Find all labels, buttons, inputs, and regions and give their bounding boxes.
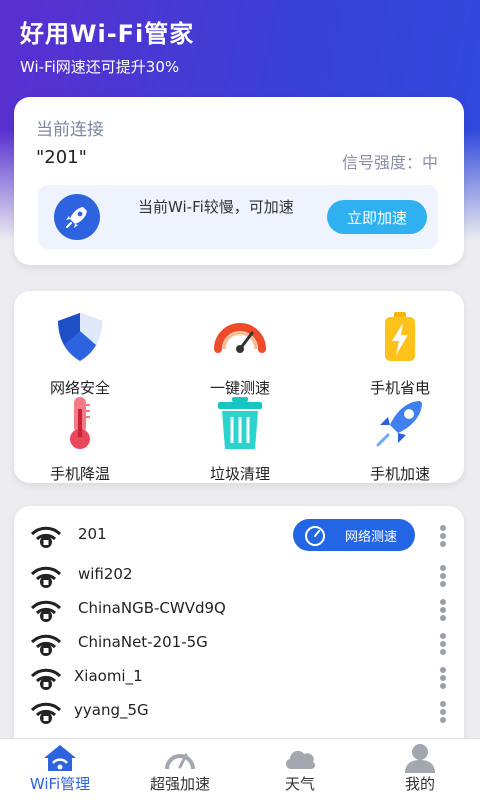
signal-strength: 信号强度：中 — [341, 153, 438, 172]
network-speed-test-button[interactable]: 网络测速 — [293, 519, 415, 551]
speed-test-label: 网络测速 — [345, 530, 398, 545]
tool-network-security[interactable]: 网络安全 — [20, 309, 140, 399]
tab-label: WiFi管理 — [29, 775, 91, 793]
tools-card: 网络安全 一键测速 手机省电 手机降温 垃圾清理 手机加速 — [14, 291, 464, 483]
wifi-item-yyang[interactable]: yyang_5G — [14, 695, 464, 729]
wifi-name: ChinaNet-201-5G — [78, 633, 208, 651]
current-connection-label: 当前连接 — [36, 120, 104, 140]
locked-wifi-icon — [30, 566, 62, 588]
rocket-icon — [54, 194, 100, 240]
wifi-list: 201 网络测速 wifi202 ChinaNGB-CWVd9Q ChinaNe… — [14, 506, 464, 746]
more-options-icon[interactable] — [439, 597, 447, 623]
tab-weather[interactable]: 天气 — [240, 739, 360, 800]
more-options-icon[interactable] — [439, 665, 447, 691]
tool-label: 手机降温 — [49, 465, 110, 483]
app-title: 好用Wi-Fi管家 — [20, 20, 195, 48]
tool-phone-boost[interactable]: 手机加速 — [340, 395, 460, 485]
app-subtitle: Wi-Fi网速还可提升30% — [20, 58, 180, 76]
battery-icon — [385, 312, 415, 361]
current-ssid: "201" — [36, 147, 87, 168]
wifi-name: wifi202 — [78, 565, 133, 583]
trash-icon — [218, 397, 262, 449]
wifi-item-201[interactable]: 201 网络测速 — [14, 519, 464, 553]
home-wifi-icon — [44, 745, 76, 771]
locked-wifi-icon — [30, 600, 62, 622]
wifi-name: Xiaomi_1 — [74, 667, 143, 685]
wifi-name: yyang_5G — [74, 701, 149, 719]
gauge-icon — [165, 753, 195, 770]
rocket-icon — [376, 401, 422, 447]
tool-label: 手机加速 — [369, 465, 430, 483]
tool-speed-test[interactable]: 一键测速 — [180, 309, 300, 399]
user-icon — [405, 744, 435, 773]
speedometer-icon — [214, 323, 266, 353]
more-options-icon[interactable] — [439, 699, 447, 725]
gauge-icon — [305, 526, 325, 546]
tool-junk-clean[interactable]: 垃圾清理 — [180, 395, 300, 485]
wifi-item-xiaomi[interactable]: Xiaomi_1 — [14, 661, 464, 695]
tool-power-saving[interactable]: 手机省电 — [340, 309, 460, 399]
more-options-icon[interactable] — [439, 631, 447, 657]
current-connection-card: 当前连接 "201" 信号强度：中 当前Wi-Fi较慢，可加速 立即加速 — [14, 97, 464, 265]
more-options-icon[interactable] — [439, 523, 447, 549]
tab-label: 天气 — [284, 775, 315, 793]
tool-cooling[interactable]: 手机降温 — [20, 395, 140, 485]
locked-wifi-icon — [30, 668, 62, 690]
locked-wifi-icon — [30, 526, 62, 548]
wifi-item-chinanet[interactable]: ChinaNet-201-5G — [14, 627, 464, 661]
tab-label: 超强加速 — [149, 775, 210, 793]
bottom-tab-bar: WiFi管理 超强加速 天气 我的 — [0, 738, 480, 800]
locked-wifi-icon — [30, 702, 62, 724]
wifi-name: ChinaNGB-CWVd9Q — [78, 599, 226, 617]
tab-label: 我的 — [404, 775, 435, 793]
locked-wifi-icon — [30, 634, 62, 656]
wifi-item-chinangb[interactable]: ChinaNGB-CWVd9Q — [14, 593, 464, 627]
thermometer-icon — [70, 397, 90, 449]
cloud-icon — [285, 750, 316, 769]
tab-wifi-management[interactable]: WiFi管理 — [0, 739, 120, 800]
tool-label: 垃圾清理 — [209, 465, 270, 483]
more-options-icon[interactable] — [439, 563, 447, 589]
wifi-name: 201 — [78, 525, 107, 543]
shield-icon — [58, 313, 102, 361]
tab-super-boost[interactable]: 超强加速 — [120, 739, 240, 800]
tab-mine[interactable]: 我的 — [360, 739, 480, 800]
wifi-item-wifi202[interactable]: wifi202 — [14, 559, 464, 593]
boost-message: 当前Wi-Fi较慢，可加速 — [138, 198, 294, 216]
boost-now-button[interactable]: 立即加速 — [327, 200, 427, 234]
boost-panel: 当前Wi-Fi较慢，可加速 立即加速 — [38, 185, 438, 249]
